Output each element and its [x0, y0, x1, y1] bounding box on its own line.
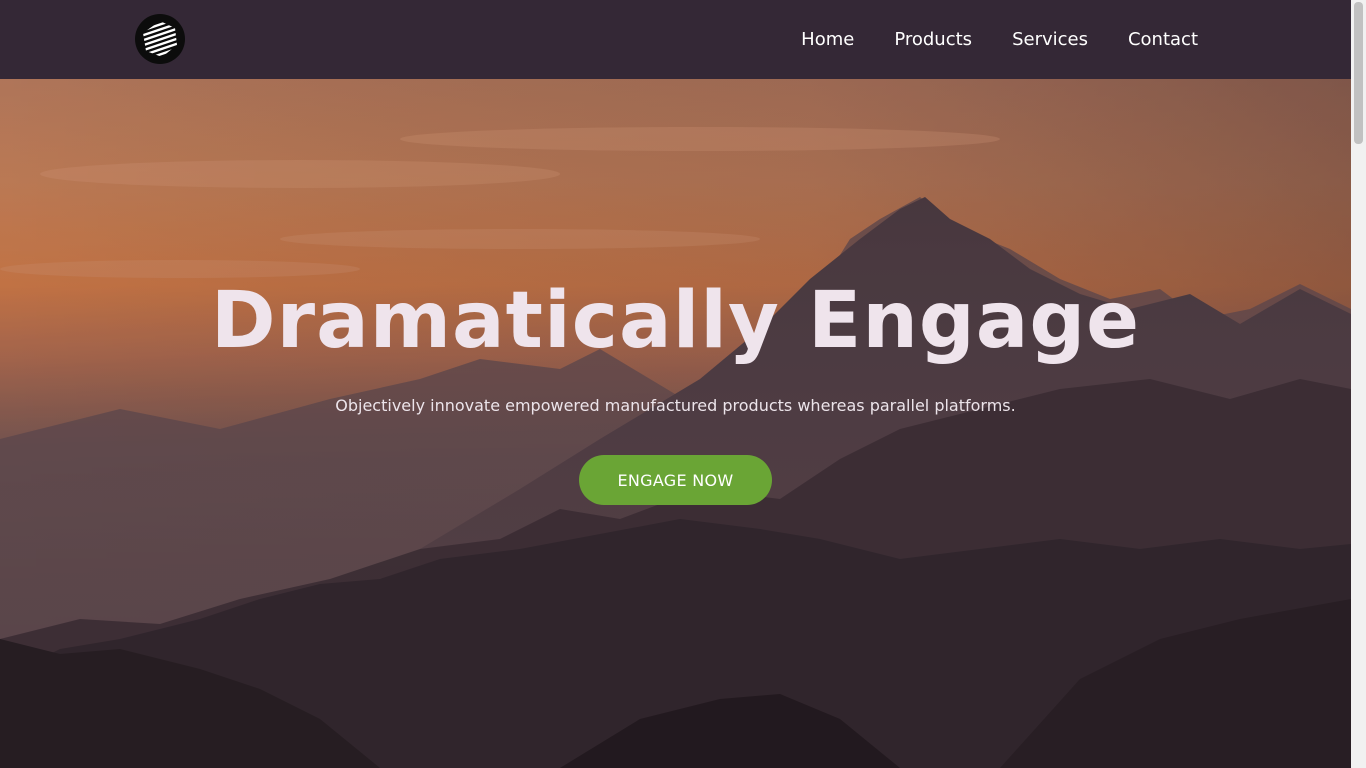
hero-subtitle: Objectively innovate empowered manufactu…: [335, 396, 1016, 415]
nav-home-link[interactable]: Home: [781, 0, 874, 79]
nav-products-link[interactable]: Products: [874, 0, 992, 79]
engage-now-button[interactable]: ENGAGE NOW: [579, 455, 772, 505]
site-header: Home Products Services Contact: [0, 0, 1351, 79]
page: Home Products Services Contact Dramatica…: [0, 0, 1366, 768]
hero-section: Dramatically Engage Objectively innovate…: [0, 79, 1351, 768]
hero-title: Dramatically Engage: [210, 276, 1141, 366]
logo-icon[interactable]: [135, 14, 185, 64]
scrollbar-thumb[interactable]: [1354, 2, 1363, 144]
nav-contact-link[interactable]: Contact: [1108, 0, 1198, 79]
vertical-scrollbar[interactable]: [1351, 0, 1366, 768]
hero-overlay: [0, 79, 1351, 768]
main-nav: Home Products Services Contact: [781, 0, 1198, 79]
nav-services-link[interactable]: Services: [992, 0, 1108, 79]
